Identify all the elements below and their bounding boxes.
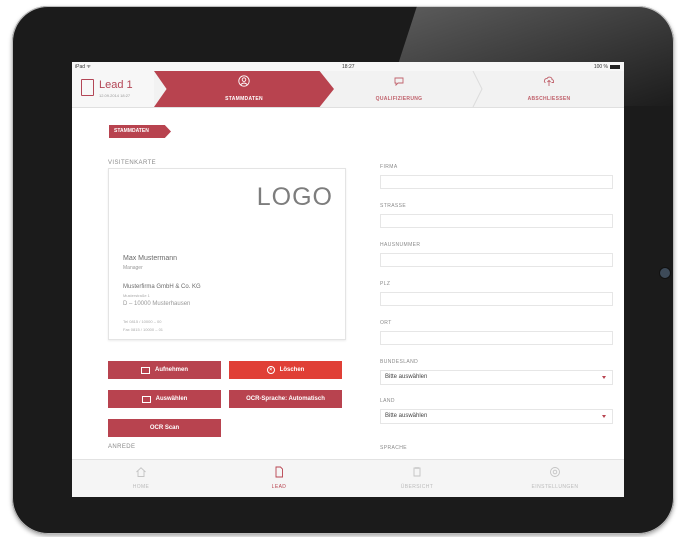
document-icon (81, 79, 94, 96)
gear-icon (550, 467, 560, 477)
country-select[interactable]: Bitte auswählen (380, 409, 613, 424)
home-icon (136, 467, 146, 477)
select-button[interactable]: Auswählen (108, 390, 221, 408)
company-field[interactable] (380, 175, 613, 189)
battery-level: 100 % (593, 64, 608, 70)
business-card-label: VISITENKARTE (108, 160, 157, 166)
card-role: Manager (123, 265, 143, 271)
ocr-language-label: OCR-Sprache: Automatisch (246, 396, 325, 402)
business-card-preview[interactable]: LOGO Max Mustermann Manager Musterfirma … (108, 168, 346, 340)
state-label: BUNDESLAND (380, 359, 419, 365)
folder-icon (141, 395, 151, 403)
capture-label: Aufnehmen (155, 367, 188, 373)
tab-home[interactable]: HOME (72, 460, 210, 497)
lead-info[interactable]: Lead 1 12.09.2014 18:27 (72, 71, 154, 107)
lead-title: Lead 1 (99, 79, 133, 91)
card-company: Musterfirma GmbH & Co. KG (123, 284, 201, 290)
main-content: STAMMDATEN VISITENKARTE LOGO Max Musterm… (72, 108, 624, 451)
card-name: Max Mustermann (123, 255, 178, 262)
state-value: Bitte auswählen (385, 374, 428, 380)
chevron-down-icon (602, 376, 606, 379)
city-field[interactable] (380, 331, 613, 345)
select-label: Auswählen (155, 396, 188, 402)
ocr-scan-label: OCR Scan (149, 425, 180, 431)
section-tag: STAMMDATEN (109, 125, 171, 138)
tab-lead[interactable]: LEAD (210, 460, 348, 497)
battery-icon (610, 64, 620, 69)
step-label: STAMMDATEN (225, 96, 263, 102)
home-hardware-button[interactable] (659, 267, 671, 279)
tab-label: EINSTELLUNGEN (531, 484, 579, 490)
country-label: LAND (380, 398, 395, 404)
step-label: ABSCHLIESSEN (527, 96, 571, 102)
language-label: SPRACHE (380, 445, 407, 451)
progress-header: Lead 1 12.09.2014 18:27 STAMMDATEN QUALI… (72, 71, 624, 108)
card-city: D – 10000 Musterhausen (123, 301, 191, 307)
card-street: Musterstraße 1 (123, 293, 150, 298)
status-bar: iPad ᯤ 18:27 100 % (72, 62, 624, 71)
ocr-language-button[interactable]: OCR-Sprache: Automatisch (229, 390, 342, 408)
zip-label: PLZ (380, 281, 391, 287)
tab-label: HOME (132, 484, 150, 490)
chevron-down-icon (602, 415, 606, 418)
company-label: FIRMA (380, 164, 398, 170)
ipad-device: iPad ᯤ 18:27 100 % Lead 1 12.09.2014 18:… (12, 6, 674, 534)
clock: 18:27 (342, 64, 355, 70)
card-logo: LOGO (256, 183, 333, 211)
lead-date: 12.09.2014 18:27 (99, 93, 131, 98)
house-number-label: HAUSNUMMER (380, 242, 421, 248)
tab-label: ÜBERSICHT (400, 484, 434, 490)
zip-field[interactable] (380, 292, 613, 306)
battery-indicator: 100 % (594, 64, 620, 70)
house-number-field[interactable] (380, 253, 613, 267)
state-select[interactable]: Bitte auswählen (380, 370, 613, 385)
step-abschliessen[interactable]: ABSCHLIESSEN (474, 71, 624, 107)
tab-settings[interactable]: EINSTELLUNGEN (486, 460, 624, 497)
tab-label: LEAD (271, 484, 287, 490)
close-icon: × (266, 366, 275, 374)
delete-button[interactable]: × Löschen (229, 361, 342, 379)
step-stammdaten[interactable]: STAMMDATEN (154, 71, 334, 107)
carrier-label: iPad ᯤ (75, 64, 91, 70)
chat-icon (394, 77, 404, 87)
camera-icon (141, 366, 150, 374)
app-screen: iPad ᯤ 18:27 100 % Lead 1 12.09.2014 18:… (72, 62, 624, 497)
user-icon (238, 75, 250, 87)
bottom-tab-bar: HOME LEAD ÜBERSICHT EINSTELLUNGEN (72, 459, 624, 497)
document-icon (275, 466, 283, 478)
upload-icon (543, 76, 555, 86)
card-fax: Fax 0815 / 10000 – 01 (123, 327, 164, 332)
salutation-label: ANREDE (108, 444, 136, 450)
city-label: ORT (380, 320, 392, 326)
country-value: Bitte auswählen (385, 413, 428, 419)
step-qualifizierung[interactable]: QUALIFIZIERUNG (324, 71, 474, 107)
ocr-scan-button[interactable]: OCR Scan (108, 419, 221, 437)
card-tel: Tel 0815 / 10000 – 00 (123, 319, 162, 324)
step-label: QUALIFIZIERUNG (375, 96, 423, 102)
street-label: STRASSE (380, 203, 407, 209)
delete-label: Löschen (279, 367, 305, 373)
capture-button[interactable]: Aufnehmen (108, 361, 221, 379)
overview-icon (413, 467, 421, 477)
tab-overview[interactable]: ÜBERSICHT (348, 460, 486, 497)
street-field[interactable] (380, 214, 613, 228)
